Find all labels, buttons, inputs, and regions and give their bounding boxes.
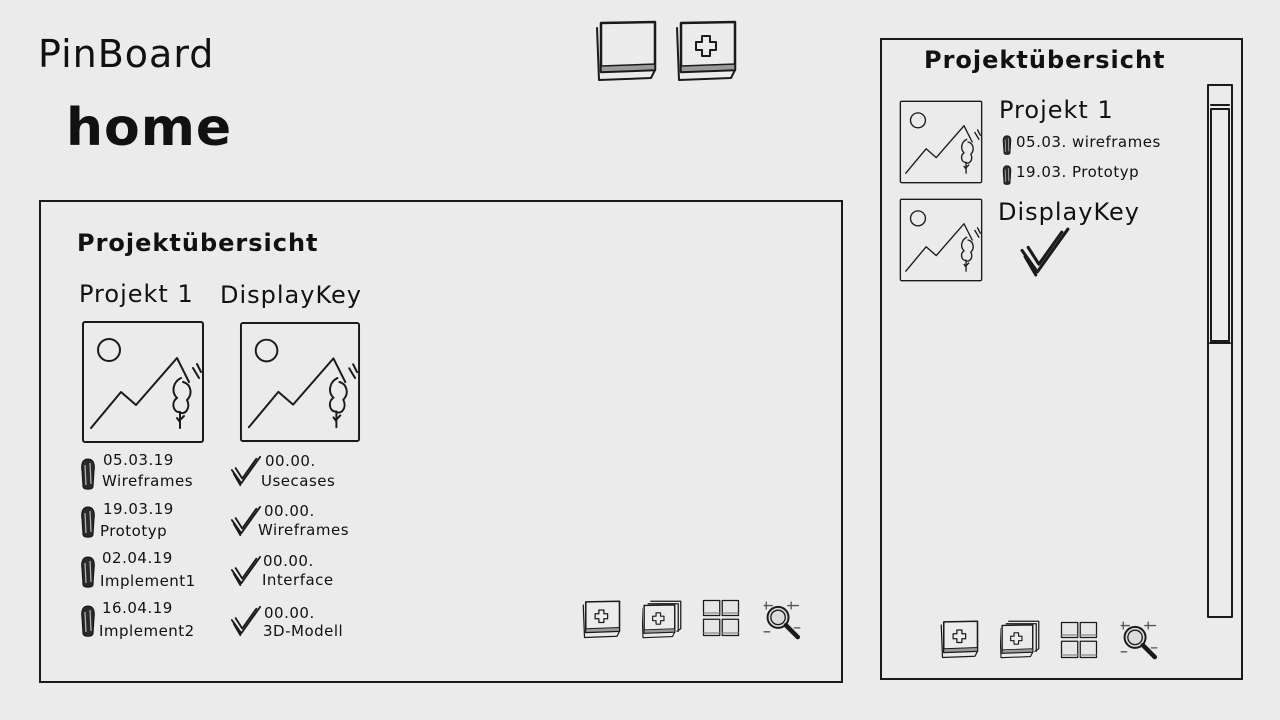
image-placeholder-icon	[899, 100, 983, 184]
item-date: 00.00.	[265, 452, 316, 470]
add-card-icon	[940, 620, 980, 660]
item-label: Wireframes	[258, 521, 350, 539]
search-icon	[761, 599, 803, 641]
add-card-icon	[582, 600, 622, 640]
grid-view-icon	[1059, 620, 1099, 660]
checkmark-icon	[230, 555, 262, 587]
search-button[interactable]	[1118, 619, 1160, 661]
item-date: 16.04.19	[102, 599, 173, 617]
grid-view-button[interactable]	[1059, 620, 1099, 660]
item-date: 00.00.	[264, 604, 315, 622]
grid-view-icon	[701, 598, 741, 638]
project-title: DisplayKey	[998, 198, 1140, 226]
checkmark-icon	[230, 455, 262, 487]
project-title: Projekt 1	[999, 96, 1114, 124]
checkmark-icon	[1018, 226, 1072, 278]
item-text: 05.03. wireframes	[1016, 133, 1161, 151]
pin-icon	[80, 457, 96, 491]
scrollbar-thumb	[1210, 108, 1230, 342]
add-card-button[interactable]	[582, 600, 622, 640]
pin-icon	[80, 555, 96, 589]
item-label: Interface	[262, 571, 334, 589]
item-date: 05.03.19	[103, 451, 174, 469]
add-stack-icon	[642, 600, 682, 640]
sidebar-scrollbar[interactable]	[1206, 83, 1234, 619]
project-title: Projekt 1	[79, 280, 194, 308]
image-placeholder-icon	[239, 320, 361, 444]
project-card-displaykey[interactable]: DisplayKey 00.00. Usecases 00.00. Wirefr…	[220, 281, 362, 640]
project-overview-panel: Projektübersicht Projekt 1 05.03.19 Wire…	[39, 200, 843, 683]
pin-icon	[80, 604, 96, 638]
item-label: Implement1	[100, 572, 196, 590]
add-stack-button[interactable]	[1000, 620, 1040, 660]
item-date: 00.00.	[264, 502, 315, 520]
item-label: 3D-Modell	[263, 622, 344, 640]
pin-icon	[1002, 164, 1012, 186]
search-icon	[1118, 619, 1160, 661]
project-card-projekt-1[interactable]: Projekt 1 05.03.19 Wireframes 19.03.19 P…	[79, 280, 194, 640]
panel-heading: Projektübersicht	[77, 229, 319, 257]
search-button[interactable]	[761, 599, 803, 641]
add-stack-button[interactable]	[642, 600, 682, 640]
app-title: PinBoard	[38, 32, 215, 76]
sidebar-project-displaykey[interactable]: DisplayKey	[898, 198, 1198, 288]
sidebar-project-projekt-1[interactable]: Projekt 1 05.03. wireframes 19.03. Proto…	[898, 96, 1198, 198]
project-title: DisplayKey	[220, 281, 362, 309]
item-date: 02.04.19	[102, 549, 173, 567]
item-label: Prototyp	[100, 522, 168, 540]
item-label: Usecases	[261, 472, 336, 490]
item-text: 19.03. Prototyp	[1016, 163, 1140, 181]
checkmark-icon	[230, 605, 262, 637]
add-card-button[interactable]	[940, 620, 980, 660]
add-card-icon	[675, 20, 739, 84]
image-placeholder-icon	[81, 320, 205, 444]
pin-icon	[1002, 134, 1012, 156]
new-card-button[interactable]	[595, 20, 659, 84]
blank-card-icon	[595, 20, 659, 84]
add-card-button[interactable]	[675, 20, 739, 84]
item-label: Wireframes	[102, 472, 194, 490]
item-date: 00.00.	[263, 552, 314, 570]
item-date: 19.03.19	[103, 500, 174, 518]
pin-icon	[80, 505, 96, 539]
grid-view-button[interactable]	[701, 598, 741, 638]
panel-heading: Projektübersicht	[924, 46, 1166, 74]
add-stack-icon	[1000, 620, 1040, 660]
image-placeholder-icon	[899, 198, 983, 282]
item-label: Implement2	[99, 622, 195, 640]
page-title: home	[66, 98, 233, 158]
sidebar-project-overview: Projektübersicht Projekt 1 05.03. wirefr…	[880, 38, 1243, 680]
